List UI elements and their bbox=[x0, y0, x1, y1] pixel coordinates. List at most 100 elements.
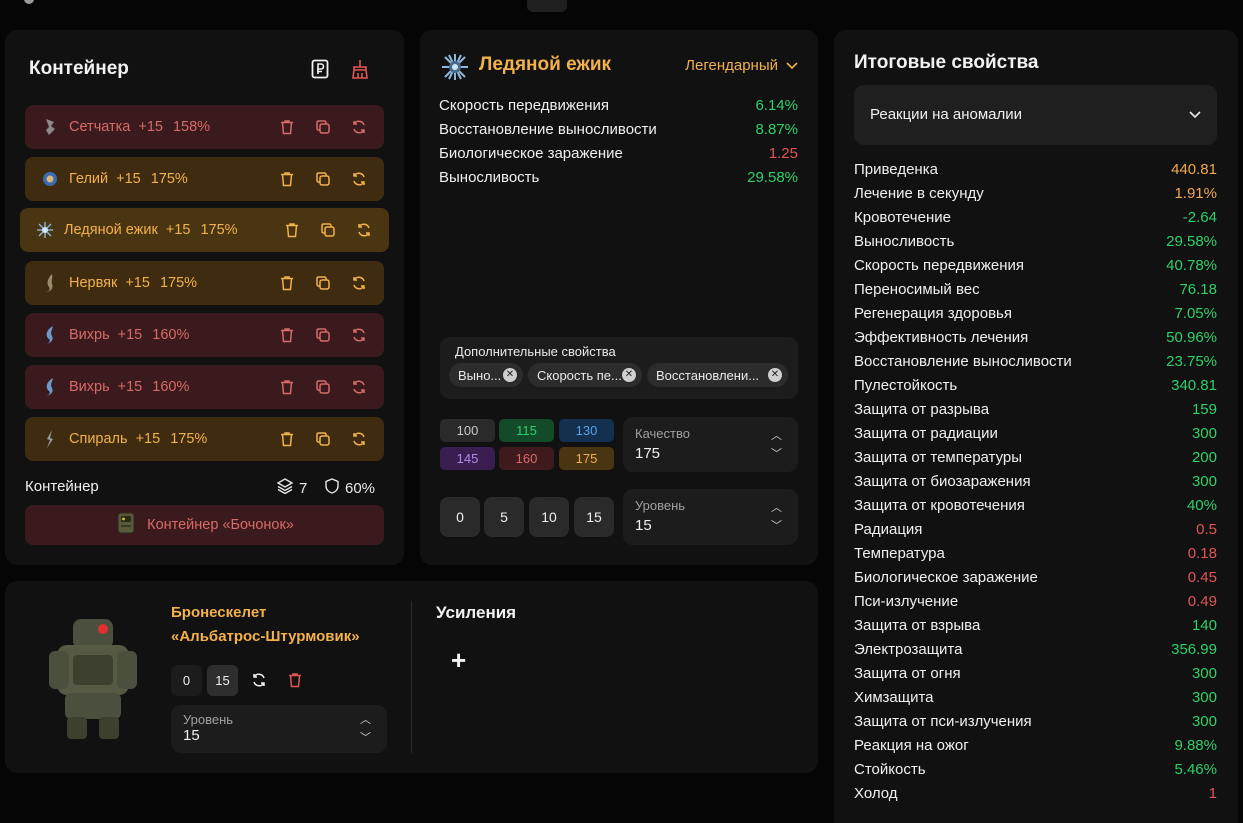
total-property-name: Защита от пси-излучения bbox=[854, 713, 1032, 730]
property-value: 8.87% bbox=[755, 121, 798, 138]
total-property-name: Защита от разрыва bbox=[854, 401, 990, 418]
add-boost-button[interactable]: + bbox=[451, 647, 466, 673]
level-button-15[interactable]: 15 bbox=[574, 497, 614, 537]
total-property-value: 200 bbox=[1191, 449, 1217, 466]
armor-level-button-15[interactable]: 15 bbox=[207, 665, 238, 696]
trash-icon[interactable] bbox=[278, 170, 296, 188]
total-property-row: Электрозащита 356.99 bbox=[854, 641, 1217, 658]
total-property-value: 300 bbox=[1191, 665, 1217, 682]
quality-button-160[interactable]: 160 bbox=[499, 447, 554, 470]
top-strip-button[interactable] bbox=[527, 0, 567, 12]
total-property-value: 50.96% bbox=[1166, 329, 1217, 346]
total-property-value: 300 bbox=[1191, 425, 1217, 442]
copy-icon[interactable] bbox=[314, 326, 332, 344]
layers-icon bbox=[276, 478, 294, 498]
totals-filter-select[interactable]: Реакции на аномалии bbox=[854, 85, 1217, 145]
trash-icon[interactable] bbox=[278, 274, 296, 292]
container-panel: Контейнер Сетчатка +15 158% Гелий +15 175% Лед… bbox=[5, 30, 404, 565]
total-property-row: Защита от радиации 300 bbox=[854, 425, 1217, 442]
refresh-icon[interactable] bbox=[350, 430, 368, 448]
copy-icon[interactable] bbox=[319, 221, 337, 239]
extra-property-chip[interactable]: Выно... ✕ bbox=[449, 363, 523, 387]
total-property-value: 300 bbox=[1191, 689, 1217, 706]
trash-icon[interactable] bbox=[278, 430, 296, 448]
total-property-name: Защита от огня bbox=[854, 665, 961, 682]
copy-icon[interactable] bbox=[314, 378, 332, 396]
barrel-container-button[interactable]: Контейнер «Бочонок» bbox=[25, 505, 384, 545]
total-property-name: Эффективность лечения bbox=[854, 329, 1029, 346]
artifact-quality: 175% bbox=[150, 171, 188, 187]
artifact-level: +15 bbox=[138, 119, 163, 135]
level-button-10[interactable]: 10 bbox=[529, 497, 569, 537]
refresh-icon[interactable] bbox=[350, 170, 368, 188]
total-property-row: Защита от огня 300 bbox=[854, 665, 1217, 682]
total-property-value: 300 bbox=[1191, 713, 1217, 730]
up-down-arrows-icon[interactable]: ︿ ﹀ bbox=[771, 427, 782, 463]
container-artifact-row[interactable]: Вихрь +15 160% bbox=[25, 365, 384, 409]
broom-icon[interactable] bbox=[349, 58, 371, 80]
container-artifact-row[interactable]: Спираль +15 175% bbox=[25, 417, 384, 461]
trash-icon[interactable] bbox=[283, 221, 301, 239]
armor-level-stepper[interactable]: Уровень 15 ︿ ﹀ bbox=[171, 705, 387, 753]
total-property-value: 0.18 bbox=[1187, 545, 1217, 562]
up-down-arrows-icon[interactable]: ︿ ﹀ bbox=[771, 499, 782, 535]
trash-icon[interactable] bbox=[278, 378, 296, 396]
artifact-level: +15 bbox=[116, 171, 141, 187]
armor-panel: Бронескелет «Альбатрос-Штурмовик» 0 15 У… bbox=[5, 581, 818, 773]
container-artifact-row[interactable]: Ледяной ежик +15 175% bbox=[20, 208, 389, 252]
copy-icon[interactable] bbox=[314, 170, 332, 188]
container-artifact-row[interactable]: Гелий +15 175% bbox=[25, 157, 384, 201]
total-property-name: Защита от радиации bbox=[854, 425, 998, 442]
level-button-0[interactable]: 0 bbox=[440, 497, 480, 537]
level-button-5[interactable]: 5 bbox=[484, 497, 524, 537]
trash-icon[interactable] bbox=[278, 326, 296, 344]
refresh-icon[interactable] bbox=[350, 274, 368, 292]
trash-icon[interactable] bbox=[278, 118, 296, 136]
total-property-row: Температура 0.18 bbox=[854, 545, 1217, 562]
total-property-name: Защита от кровотечения bbox=[854, 497, 1025, 514]
refresh-icon[interactable] bbox=[250, 671, 268, 689]
copy-icon[interactable] bbox=[314, 274, 332, 292]
up-down-arrows-icon[interactable]: ︿ ﹀ bbox=[360, 711, 371, 747]
artifact-level: +15 bbox=[125, 275, 150, 291]
property-name: Выносливость bbox=[439, 169, 540, 186]
artifact-quality: 175% bbox=[159, 275, 198, 291]
quality-stepper[interactable]: Качество 175 ︿ ﹀ bbox=[623, 417, 798, 472]
artifact-name: Сетчатка bbox=[69, 119, 131, 135]
armor-level-button-0[interactable]: 0 bbox=[171, 665, 202, 696]
refresh-icon[interactable] bbox=[355, 221, 373, 239]
quality-button-175[interactable]: 175 bbox=[559, 447, 614, 470]
container-protection: 60% bbox=[325, 478, 375, 498]
chevron-down-icon bbox=[1189, 106, 1201, 124]
extra-property-chip[interactable]: Восстановлени... ✕ bbox=[647, 363, 788, 387]
total-property-value: 29.58% bbox=[1166, 233, 1217, 250]
artifact-property-row: Скорость передвижения 6.14% bbox=[439, 97, 798, 114]
total-property-row: Лечение в секунду 1.91% bbox=[854, 185, 1217, 202]
total-property-row: Защита от кровотечения 40% bbox=[854, 497, 1217, 514]
refresh-icon[interactable] bbox=[350, 118, 368, 136]
quality-button-130[interactable]: 130 bbox=[559, 419, 614, 442]
quality-button-100[interactable]: 100 bbox=[440, 419, 495, 442]
total-property-row: Эффективность лечения 50.96% bbox=[854, 329, 1217, 346]
container-artifact-row[interactable]: Сетчатка +15 158% bbox=[25, 105, 384, 149]
remove-chip-icon[interactable]: ✕ bbox=[503, 368, 517, 382]
quality-button-145[interactable]: 145 bbox=[440, 447, 495, 470]
refresh-icon[interactable] bbox=[350, 378, 368, 396]
refresh-icon[interactable] bbox=[350, 326, 368, 344]
trash-icon[interactable] bbox=[286, 671, 304, 689]
level-stepper[interactable]: Уровень 15 ︿ ﹀ bbox=[623, 489, 798, 545]
total-property-row: Реакция на ожог 9.88% bbox=[854, 737, 1217, 754]
remove-chip-icon[interactable]: ✕ bbox=[768, 368, 782, 382]
rarity-select[interactable]: Легендарный bbox=[685, 57, 798, 74]
extra-property-chip[interactable]: Скорость пе... ✕ bbox=[528, 363, 642, 387]
quality-button-115[interactable]: 115 bbox=[499, 419, 554, 442]
remove-chip-icon[interactable]: ✕ bbox=[622, 368, 636, 382]
total-property-row: Холод 1 bbox=[854, 785, 1217, 802]
container-artifact-row[interactable]: Нервяк +15 175% bbox=[25, 261, 384, 305]
copy-icon[interactable] bbox=[314, 430, 332, 448]
chevron-down-icon bbox=[786, 57, 798, 74]
container-artifact-row[interactable]: Вихрь +15 160% bbox=[25, 313, 384, 357]
ruble-document-icon[interactable] bbox=[309, 58, 331, 80]
copy-icon[interactable] bbox=[314, 118, 332, 136]
total-property-name: Выносливость bbox=[854, 233, 955, 250]
